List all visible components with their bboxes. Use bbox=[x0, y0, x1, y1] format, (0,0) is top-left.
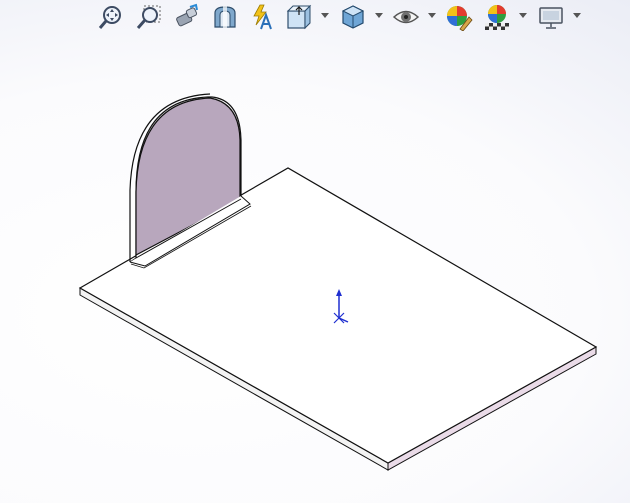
sheet-metal-part[interactable] bbox=[78, 93, 598, 471]
graphics-area[interactable] bbox=[0, 0, 630, 503]
